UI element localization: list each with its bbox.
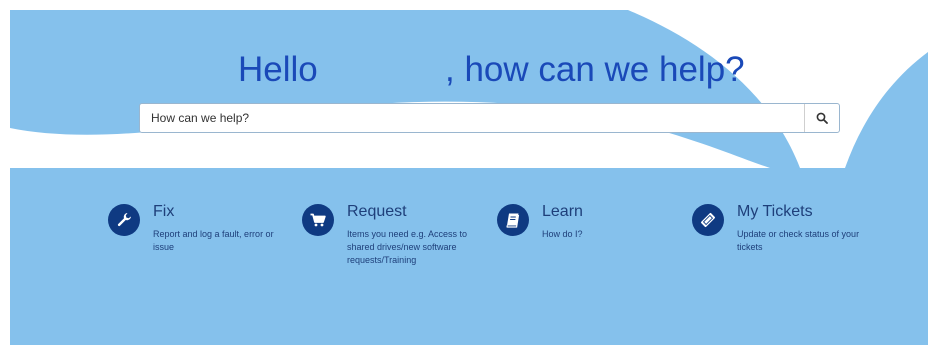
search-icon <box>816 112 828 124</box>
ticket-icon <box>692 204 724 236</box>
shopping-cart-icon <box>302 204 334 236</box>
request-card-description: Items you need e.g. Access to shared dri… <box>347 229 468 265</box>
page-title: Hello , how can we help? <box>10 48 928 92</box>
help-portal: Hello , how can we help? Fix Report and … <box>10 10 928 345</box>
learn-card-title: Learn <box>542 203 583 220</box>
help-question-text: , how can we help? <box>445 50 745 89</box>
wrench-icon <box>108 204 140 236</box>
search-button[interactable] <box>804 104 839 132</box>
my-tickets-card-description: Update or check status of your tickets <box>737 229 860 252</box>
greeting-text: Hello <box>238 50 318 89</box>
fix-card-title: Fix <box>153 203 175 220</box>
request-card-title: Request <box>347 203 407 220</box>
search-bar <box>139 103 840 133</box>
learn-card-description: How do I? <box>542 229 583 239</box>
book-icon <box>497 204 529 236</box>
fix-card-description: Report and log a fault, error or issue <box>153 229 274 252</box>
search-input[interactable] <box>140 104 804 132</box>
my-tickets-card-title: My Tickets <box>737 203 813 220</box>
